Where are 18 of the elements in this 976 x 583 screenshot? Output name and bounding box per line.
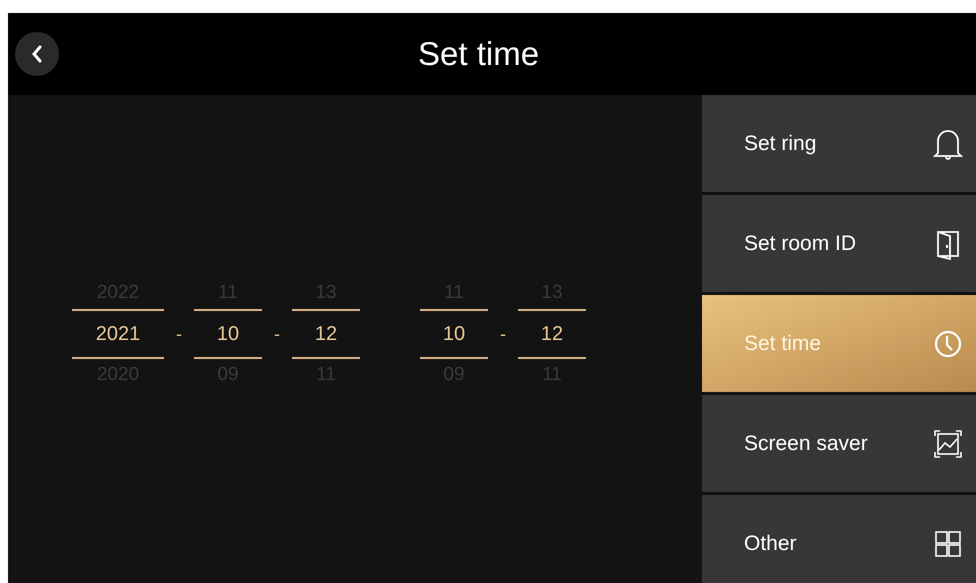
picker-value[interactable]: 12 [292, 309, 360, 359]
picker-value[interactable]: 2021 [72, 309, 164, 359]
picker-value[interactable]: 10 [420, 309, 488, 359]
separator: - [175, 322, 183, 346]
bell-icon [932, 128, 964, 160]
screen-title: Set time [418, 35, 540, 73]
picker-value[interactable]: 12 [518, 309, 586, 359]
sidebar-item[interactable]: Set room ID [702, 195, 976, 292]
back-icon [31, 45, 43, 63]
separator: - [273, 322, 281, 346]
sidebar-item[interactable]: Set ring [702, 95, 976, 192]
sidebar-item[interactable]: Screen saver [702, 395, 976, 492]
picker-value[interactable]: 10 [194, 309, 262, 359]
sidebar-item[interactable]: Other [702, 495, 976, 583]
picture-frame-icon [932, 428, 964, 460]
back-button[interactable] [15, 32, 59, 76]
sidebar-item[interactable]: Set time [702, 295, 976, 392]
separator: - [499, 322, 507, 346]
